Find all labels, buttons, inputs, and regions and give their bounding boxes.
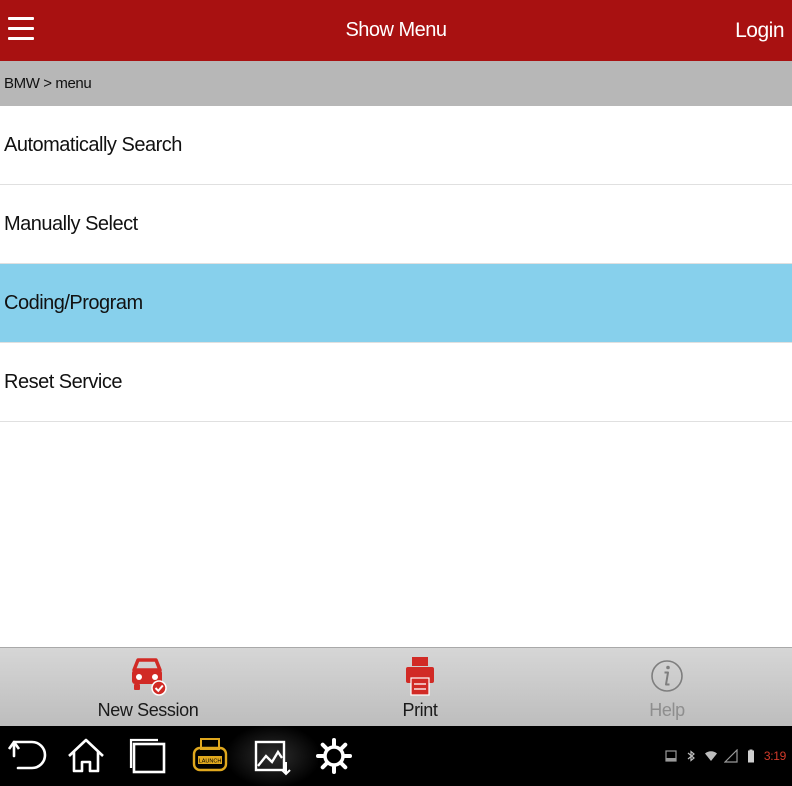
battery-icon <box>747 749 754 763</box>
breadcrumb: BMW > menu <box>0 61 792 106</box>
menu-item-coding-program[interactable]: Coding/Program <box>0 264 792 343</box>
page-title: Show Menu <box>345 19 447 41</box>
launch-app-icon[interactable]: LAUNCH <box>188 734 232 778</box>
status-area: 3:19 <box>664 746 786 766</box>
menu-item-manually-select[interactable]: Manually Select <box>0 185 792 264</box>
top-bar: Show Menu Login <box>0 0 792 61</box>
recent-apps-icon[interactable] <box>126 734 170 778</box>
printer-icon <box>406 657 434 696</box>
new-session-button[interactable]: New Session <box>78 648 218 727</box>
signal-icon <box>723 749 738 763</box>
bottom-toolbar: New Session Print Help <box>0 647 792 726</box>
help-button[interactable]: Help <box>597 648 737 727</box>
menu-list: Automatically Search Manually Select Cod… <box>0 106 792 422</box>
print-label: Print <box>402 700 438 720</box>
settings-icon[interactable] <box>312 734 356 778</box>
svg-text:LAUNCH: LAUNCH <box>199 759 222 765</box>
info-icon <box>651 660 683 692</box>
login-button[interactable]: Login <box>735 0 784 61</box>
sd-card-icon <box>665 750 677 762</box>
menu-item-reset-service[interactable]: Reset Service <box>0 343 792 422</box>
app-screen: Show Menu Login BMW > menu Automatically… <box>0 0 792 786</box>
print-button[interactable]: Print <box>350 648 490 727</box>
help-label: Help <box>649 700 685 720</box>
wifi-icon <box>704 751 717 761</box>
status-clock: 3:19 <box>763 749 786 763</box>
home-icon[interactable] <box>64 734 108 778</box>
menu-item-automatically-search[interactable]: Automatically Search <box>0 106 792 185</box>
car-check-icon <box>132 658 167 696</box>
system-nav-bar: LAUNCH 3:19 <box>0 726 792 786</box>
new-session-label: New Session <box>97 700 199 720</box>
screenshot-icon[interactable] <box>250 734 294 778</box>
bluetooth-icon <box>687 750 695 762</box>
back-icon[interactable] <box>4 734 48 778</box>
